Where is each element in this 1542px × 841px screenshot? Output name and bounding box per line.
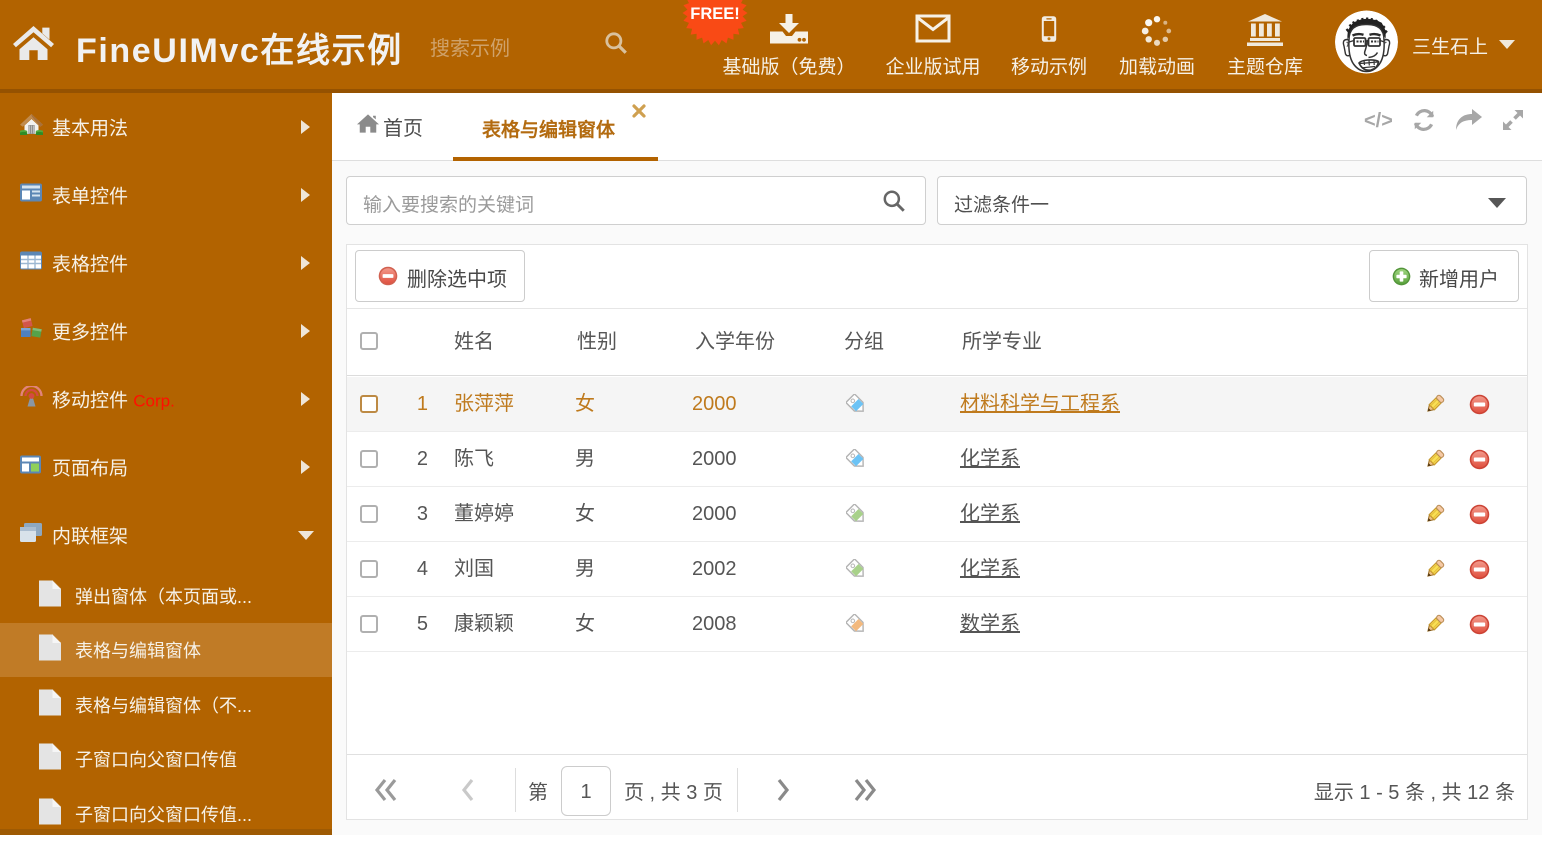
svg-text:FREE!: FREE!	[690, 5, 740, 23]
svg-text:</>: </>	[1364, 110, 1392, 132]
